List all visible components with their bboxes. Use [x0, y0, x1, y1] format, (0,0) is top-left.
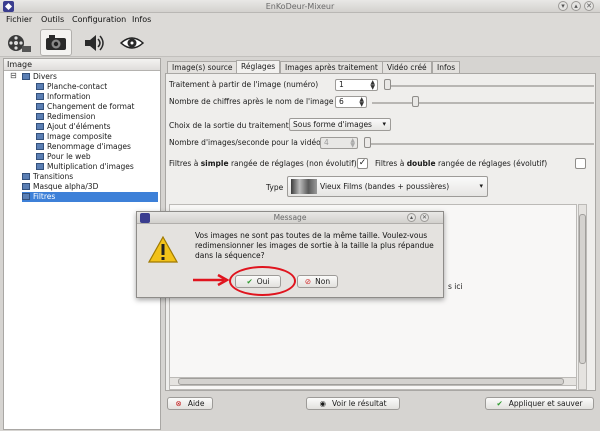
tree-node[interactable]: Image composite [36, 132, 112, 142]
folder-icon [36, 153, 44, 160]
help-button[interactable]: ⊗ Aide [167, 397, 213, 410]
digits-slider[interactable] [372, 102, 594, 104]
annotation-arrow-icon [193, 273, 230, 287]
folder-icon [36, 163, 44, 170]
folder-icon [36, 93, 44, 100]
tree-node[interactable]: Redimension [36, 112, 95, 122]
double-filters-checkbox[interactable] [575, 158, 586, 169]
folder-icon [22, 73, 30, 80]
maximize-button[interactable]: ▴ [571, 1, 581, 11]
hidden-text-fragment: s ici [448, 282, 463, 291]
tab-infos[interactable]: Infos [432, 61, 461, 73]
start-spinbox[interactable]: 1 ▲ ▼ [335, 79, 378, 91]
start-slider-handle[interactable] [384, 79, 391, 90]
menu-outils[interactable]: Outils [41, 15, 64, 24]
output-label: Choix de la sortie du traitement [169, 121, 289, 130]
tree-node[interactable]: Planche-contact [36, 82, 107, 92]
tree-node-transitions[interactable]: Transitions [22, 172, 73, 182]
folder-icon [36, 113, 44, 120]
tree-header: Image [4, 59, 160, 71]
dialog-maximize-button[interactable]: ▴ [407, 213, 416, 222]
toolbar [0, 28, 600, 57]
spin-arrows-icon[interactable]: ▲ ▼ [359, 97, 364, 108]
non-button[interactable]: ⊘ Non [297, 275, 338, 288]
type-label: Type [266, 183, 284, 192]
digits-slider-handle[interactable] [412, 96, 419, 107]
fps-spinbox: 4 ▲ ▼ [320, 137, 358, 149]
window-title: EnKoDeur-Mixeur [265, 2, 335, 11]
folder-icon [36, 103, 44, 110]
apply-save-button[interactable]: ✔ Appliquer et sauver [485, 397, 594, 410]
folder-icon [36, 133, 44, 140]
tab-reglages[interactable]: Réglages [236, 60, 281, 73]
dialog-message: Vos images ne sont pas toutes de la même… [195, 231, 434, 260]
menu-configuration[interactable]: Configuration [72, 15, 126, 24]
tab-video[interactable]: Vidéo créé [382, 61, 432, 73]
digits-label: Nombre de chiffres après le nom de l'ima… [169, 97, 334, 106]
view-result-button[interactable]: ◉ Voir le résultat [306, 397, 400, 410]
tree-node-divers[interactable]: Divers [22, 72, 57, 82]
annotation-circle [229, 266, 296, 296]
horizontal-scroll-thumb[interactable] [178, 378, 564, 385]
output-combo[interactable]: Sous forme d'images ▾ [289, 118, 391, 131]
close-button[interactable]: ✕ [584, 1, 594, 11]
simple-filters-label: Filtres à simple rangée de réglages (non… [169, 159, 357, 168]
folder-icon [36, 123, 44, 130]
collapse-icon[interactable]: ⊟ [10, 71, 17, 80]
start-slider[interactable] [384, 85, 594, 87]
dialog-titlebar: Message ▴ ✕ [137, 212, 443, 224]
speaker-icon[interactable] [78, 29, 110, 56]
folder-icon [36, 83, 44, 90]
film-reel-icon[interactable] [3, 29, 35, 56]
lifebuoy-icon: ⊗ [175, 399, 182, 408]
folder-icon [36, 143, 44, 150]
tree-node[interactable]: Pour le web [36, 152, 91, 162]
tree-node-filtres[interactable]: Filtres [22, 192, 158, 202]
dialog-close-button[interactable]: ✕ [420, 213, 429, 222]
tree-node[interactable]: Multiplication d'images [36, 162, 134, 172]
double-filters-label: Filtres à double rangée de réglages (évo… [375, 159, 548, 168]
chevron-down-icon: ▾ [382, 120, 386, 128]
checkmark-icon: ✔ [496, 399, 503, 408]
warning-icon [148, 236, 178, 263]
film-thumbnail-icon [291, 179, 317, 194]
simple-filters-checkbox[interactable]: ✓ [357, 158, 368, 169]
dialog-title: Message [273, 213, 307, 222]
menubar: Fichier Outils Configuration Infos [0, 13, 600, 28]
tab-images-source[interactable]: Image(s) source [167, 61, 238, 73]
fps-slider [364, 143, 594, 145]
tree-node[interactable]: Changement de format [36, 102, 135, 112]
folder-icon [22, 193, 30, 200]
menu-infos[interactable]: Infos [132, 15, 151, 24]
tree-node[interactable]: Ajout d'éléments [36, 122, 111, 132]
menu-fichier[interactable]: Fichier [6, 15, 32, 24]
chevron-down-icon: ▾ [479, 182, 483, 190]
fps-slider-handle [364, 137, 371, 148]
camera-icon[interactable] [40, 29, 72, 56]
spin-arrows-icon[interactable]: ▲ ▼ [370, 80, 375, 91]
vertical-scroll-thumb[interactable] [579, 214, 586, 364]
tree-node[interactable]: Information [36, 92, 90, 102]
eye-icon[interactable] [116, 29, 148, 56]
start-label: Traitement à partir de l'image (numéro) [169, 80, 319, 89]
window-titlebar: EnKoDeur-Mixeur ▾ ▴ ✕ [0, 0, 600, 13]
tree-node[interactable]: Renommage d'images [36, 142, 131, 152]
tab-images-apres[interactable]: Images après traitement [280, 61, 383, 73]
folder-icon [22, 173, 30, 180]
eye-icon: ◉ [319, 399, 326, 408]
spin-arrows-icon: ▲ ▼ [350, 137, 355, 149]
minimize-button[interactable]: ▾ [558, 1, 568, 11]
cancel-icon: ⊘ [304, 277, 312, 286]
folder-icon [22, 183, 30, 190]
fps-label: Nombre d'images/seconde pour la vidéo [169, 138, 321, 147]
tree-node-masque[interactable]: Masque alpha/3D [22, 182, 98, 192]
digits-spinbox[interactable]: 6 ▲ ▼ [335, 96, 367, 108]
type-combo[interactable]: Vieux Films (bandes + poussières) ▾ [287, 176, 488, 197]
